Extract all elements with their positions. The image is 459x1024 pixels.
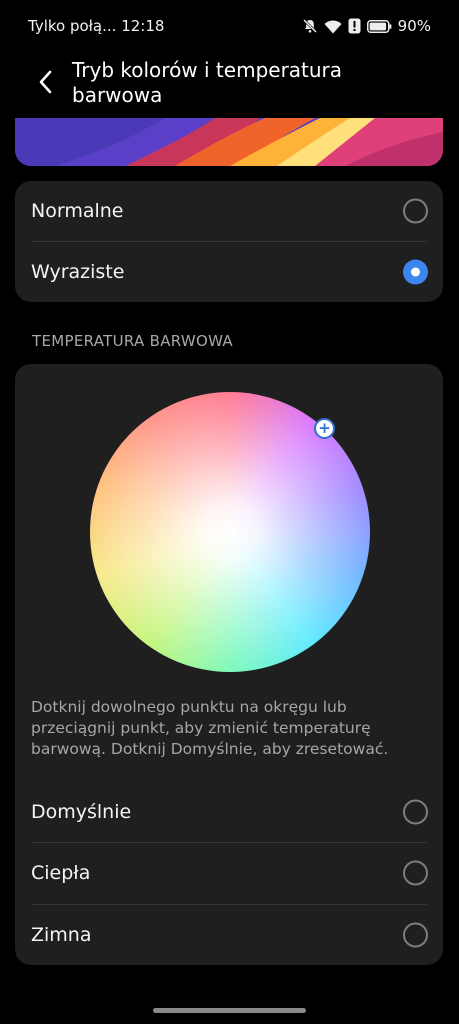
- radio-normalne[interactable]: [403, 198, 428, 224]
- back-button[interactable]: [30, 66, 62, 102]
- radio-zimna[interactable]: [403, 922, 428, 948]
- radio-domyslnie[interactable]: [403, 799, 428, 825]
- option-wyraziste[interactable]: Wyraziste: [15, 242, 443, 302]
- option-label: Zimna: [31, 924, 92, 946]
- home-indicator[interactable]: [153, 1008, 306, 1013]
- option-label: Ciepła: [31, 862, 91, 884]
- color-preview-image: [15, 118, 443, 166]
- option-zimna[interactable]: Zimna: [15, 905, 443, 965]
- section-title-temperature: TEMPERATURA BARWOWA: [32, 332, 233, 350]
- status-icons: 90%: [302, 17, 431, 35]
- wifi-icon: [324, 19, 342, 34]
- color-temperature-card: + Dotknij dowolnego punktu na okręgu lub…: [15, 364, 443, 965]
- radio-ciepla[interactable]: [403, 860, 428, 886]
- option-label: Domyślnie: [31, 801, 132, 823]
- chevron-left-icon: [39, 70, 53, 98]
- battery-icon: [366, 19, 392, 33]
- status-bar: Tylko połą... 12:18 90%: [0, 0, 459, 56]
- bell-off-icon: [302, 18, 318, 34]
- radio-wyraziste[interactable]: [403, 259, 428, 285]
- option-domyslnie[interactable]: Domyślnie: [15, 782, 443, 842]
- battery-percent: 90%: [397, 17, 431, 35]
- option-label: Wyraziste: [31, 261, 125, 283]
- option-ciepla[interactable]: Ciepła: [15, 843, 443, 903]
- alert-icon: [348, 18, 361, 34]
- app-header: Tryb kolorów i temperatura barwowa: [0, 58, 459, 118]
- status-carrier-time: Tylko połą... 12:18: [28, 17, 165, 35]
- temperature-hint: Dotknij dowolnego punktu na okręgu lub p…: [31, 698, 389, 758]
- wheel-handle[interactable]: +: [314, 418, 335, 439]
- page-title: Tryb kolorów i temperatura barwowa: [72, 58, 343, 107]
- color-mode-card: Normalne Wyraziste: [15, 181, 443, 302]
- option-label: Normalne: [31, 200, 124, 222]
- option-normalne[interactable]: Normalne: [15, 181, 443, 241]
